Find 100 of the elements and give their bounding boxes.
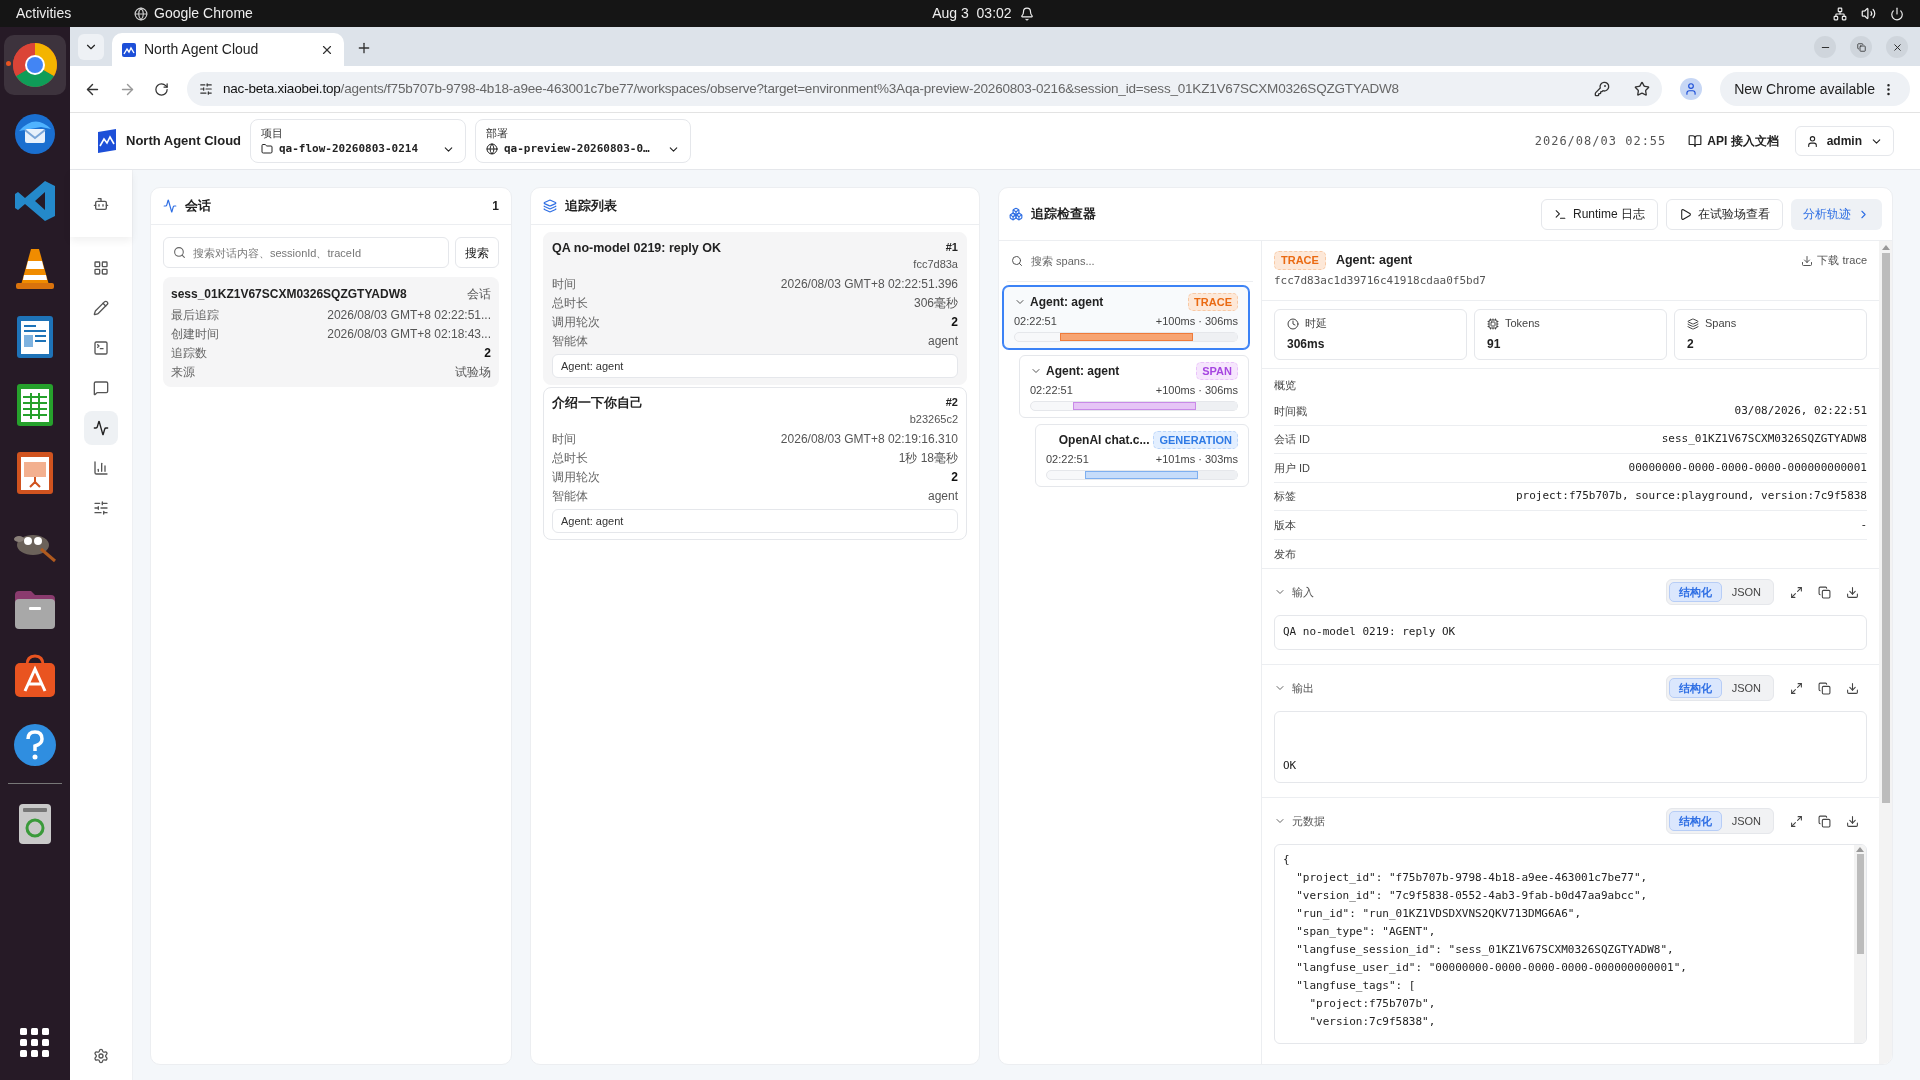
app-grid-icon[interactable] bbox=[20, 1028, 50, 1058]
bar-chart-icon bbox=[93, 460, 109, 476]
view-mode-tab[interactable]: JSON bbox=[1721, 582, 1771, 602]
power-icon[interactable] bbox=[1890, 6, 1904, 21]
clock[interactable]: Aug 3 03:02 bbox=[932, 3, 1012, 24]
download-icon[interactable] bbox=[1846, 681, 1859, 695]
user-icon bbox=[1805, 134, 1819, 148]
reload-icon[interactable] bbox=[154, 81, 169, 97]
key-icon[interactable] bbox=[1594, 81, 1611, 97]
stat-value: 91 bbox=[1487, 335, 1502, 353]
browser-tab[interactable]: North Agent Cloud bbox=[112, 33, 344, 66]
mountain-logo-icon bbox=[122, 42, 136, 57]
pulse-icon bbox=[163, 199, 177, 213]
session-search-field[interactable]: 搜索对话内容、sessionId、traceId bbox=[163, 237, 449, 268]
panel-title: 会话 bbox=[185, 197, 212, 216]
field-value: 2026/08/03 GMT+8 02:18:43... bbox=[327, 325, 491, 343]
project-selector[interactable]: 项目 qa-flow-20260803-0214 bbox=[250, 119, 466, 163]
copy-icon[interactable] bbox=[1818, 814, 1831, 828]
field-value: 2 bbox=[951, 468, 958, 486]
trace-id: fcc7d83ac1d39716c41918cdaa0f5bd7 bbox=[1274, 273, 1487, 289]
restore-button[interactable] bbox=[1850, 36, 1872, 58]
dock-item[interactable] bbox=[4, 35, 66, 95]
update-chrome-button[interactable]: New Chrome available bbox=[1720, 72, 1910, 106]
span-type-badge: GENERATION bbox=[1153, 431, 1238, 449]
scrollbar[interactable] bbox=[1854, 845, 1866, 1043]
session-count: 1 bbox=[492, 198, 499, 215]
span-search-field[interactable]: 搜索 spans... bbox=[1007, 241, 1253, 281]
field-label: 智能体 bbox=[552, 487, 588, 505]
view-mode-tab[interactable]: 结构化 bbox=[1668, 582, 1722, 602]
nav-button[interactable] bbox=[84, 411, 118, 445]
book-icon bbox=[1688, 134, 1703, 148]
expand-icon[interactable] bbox=[1790, 585, 1803, 599]
clock-icon bbox=[1287, 317, 1299, 330]
close-icon bbox=[1891, 41, 1903, 53]
view-mode-tab[interactable]: 结构化 bbox=[1668, 678, 1722, 698]
trace-card[interactable]: 介绍一下你自己 #2 b23265c2 时间 2026/08/03 GMT+8 02:19:16.310 总时长 1秒 18毫秒 调用轮次 2 智能体 agent Agent: agent bbox=[543, 387, 967, 540]
api-docs-link[interactable]: API 接入文档 bbox=[1688, 132, 1779, 150]
activities-button[interactable]: Activities bbox=[16, 3, 116, 24]
output-text: OK bbox=[1283, 757, 1297, 774]
view-mode-tab[interactable]: JSON bbox=[1721, 811, 1771, 831]
field-label: 时间 bbox=[552, 275, 576, 293]
browser-icon[interactable] bbox=[11, 41, 59, 89]
help-icon[interactable] bbox=[11, 721, 59, 769]
layers-icon bbox=[1687, 317, 1699, 330]
pulse-icon bbox=[93, 420, 109, 436]
address-bar[interactable]: nac-beta.xiaobei.top/agents/f75b707b-9798-4b18-a9ee-463001c7be77/workspaces/observe?target=environment%3Aqa-preview-20260803-0216&session_id=sess_01KZ1V67SCXM0326SQZGTYADW8 bbox=[187, 72, 1663, 106]
close-window-button[interactable] bbox=[1886, 36, 1908, 58]
span-timing: +101ms · 303ms bbox=[1155, 451, 1238, 467]
field-value: agent bbox=[927, 332, 958, 350]
field-value: agent bbox=[927, 487, 958, 505]
overview-label: 标签 bbox=[1274, 489, 1296, 504]
detail-title: Agent: agent bbox=[1335, 252, 1414, 270]
field-value: 2026/08/03 GMT+8 02:22:51.396 bbox=[780, 275, 958, 293]
copy-icon[interactable] bbox=[1818, 681, 1831, 695]
selector-value: qa-preview-20260803-0… bbox=[504, 141, 651, 157]
copy-icon[interactable] bbox=[1818, 585, 1831, 599]
running-indicator bbox=[6, 61, 11, 66]
session-card[interactable]: sess_01KZ1V67SCXM0326SQZGTYADW8 会话 最后追踪 2026/08/03 GMT+8 02:22:51... 创建时间 2026/08/03 GMT+8 02:18:43... 追踪数 2 来源 试验场 bbox=[163, 277, 499, 387]
volume-icon[interactable] bbox=[1861, 6, 1876, 21]
span-name: OpenAI chat.c... bbox=[1058, 432, 1150, 449]
settings-icon[interactable] bbox=[93, 1048, 109, 1064]
expand-icon[interactable] bbox=[1790, 681, 1803, 695]
field-label: 总时长 bbox=[552, 449, 588, 467]
download-icon[interactable] bbox=[1846, 585, 1859, 599]
trace-title: 介绍一下你自己 bbox=[552, 395, 643, 412]
deployment-selector[interactable]: 部署 qa-preview-20260803-0… bbox=[475, 119, 691, 163]
network-icon[interactable] bbox=[1833, 6, 1847, 21]
restore-icon bbox=[1856, 42, 1866, 52]
overview-label: 发布 bbox=[1274, 546, 1296, 562]
expand-icon[interactable] bbox=[1790, 814, 1803, 828]
span-row[interactable]: OpenAI chat.c... GENERATION 02:22:51 +101ms · 303ms bbox=[1035, 424, 1249, 487]
playground-button[interactable]: 在试验场查看 bbox=[1666, 198, 1783, 230]
metadata-json: { "project_id": "f75b707b-9798-4b18-a9ee-463001c7be77", "version_id": "7c9f5838-0552-4ab3-9fab-b0d47aa9abcc", "run_id": "run_01KZ1VDSDXVNS2QKV713DMG6A6", "span_type": "AGENT", "langfuse_session_id": "sess_01KZ1V67SCXM0326SQZGTYADW8", "langfuse_user_id": "00000000-0000-0000-0000-000000000001", "langfuse_tags": [ "project:f75b707b", "version:7c9f5838", bbox=[1282, 852, 1688, 1030]
field-value: 2026/08/03 GMT+8 02:19:16.310 bbox=[780, 430, 958, 448]
scrollbar[interactable] bbox=[1879, 241, 1892, 1064]
bell-icon[interactable] bbox=[1019, 6, 1034, 21]
trace-card[interactable]: QA no-model 0219: reply OK #1 fcc7d83a 时间 2026/08/03 GMT+8 02:22:51.396 总时长 306毫秒 调用轮次 2 智能体 agent Agent: agent bbox=[543, 232, 967, 385]
section-title: 输出 bbox=[1292, 680, 1315, 696]
site-settings-icon[interactable] bbox=[199, 82, 213, 96]
star-icon[interactable] bbox=[1634, 81, 1651, 97]
download-trace-button[interactable]: 下载 trace bbox=[1801, 252, 1867, 269]
span-type-badge: TRACE bbox=[1188, 293, 1238, 311]
tab-title: North Agent Cloud bbox=[144, 40, 260, 59]
search-button[interactable]: 搜索 bbox=[455, 237, 499, 268]
active-app-name[interactable]: Google Chrome bbox=[154, 3, 253, 24]
new-tab-icon[interactable] bbox=[356, 40, 372, 56]
profile-avatar[interactable] bbox=[1680, 78, 1703, 100]
analyze-button[interactable]: 分析轨迹 bbox=[1791, 198, 1882, 230]
user-menu-button[interactable]: admin bbox=[1794, 126, 1894, 156]
field-label: 智能体 bbox=[552, 332, 588, 350]
overview-label: 会话 ID bbox=[1274, 432, 1311, 447]
view-mode-tab[interactable]: 结构化 bbox=[1668, 811, 1722, 831]
runtime-log-button[interactable]: Runtime 日志 bbox=[1540, 198, 1658, 230]
field-label: 创建时间 bbox=[171, 325, 219, 343]
download-icon[interactable] bbox=[1846, 814, 1859, 828]
span-row[interactable]: Agent: agent TRACE 02:22:51 +100ms · 306ms bbox=[1003, 286, 1249, 349]
span-row[interactable]: Agent: agent SPAN 02:22:51 +100ms · 306ms bbox=[1019, 355, 1249, 418]
field-label: 时间 bbox=[552, 430, 576, 448]
overview-value: 03/08/2026, 02:22:51 bbox=[1734, 402, 1867, 419]
view-mode-tab[interactable]: JSON bbox=[1721, 678, 1771, 698]
